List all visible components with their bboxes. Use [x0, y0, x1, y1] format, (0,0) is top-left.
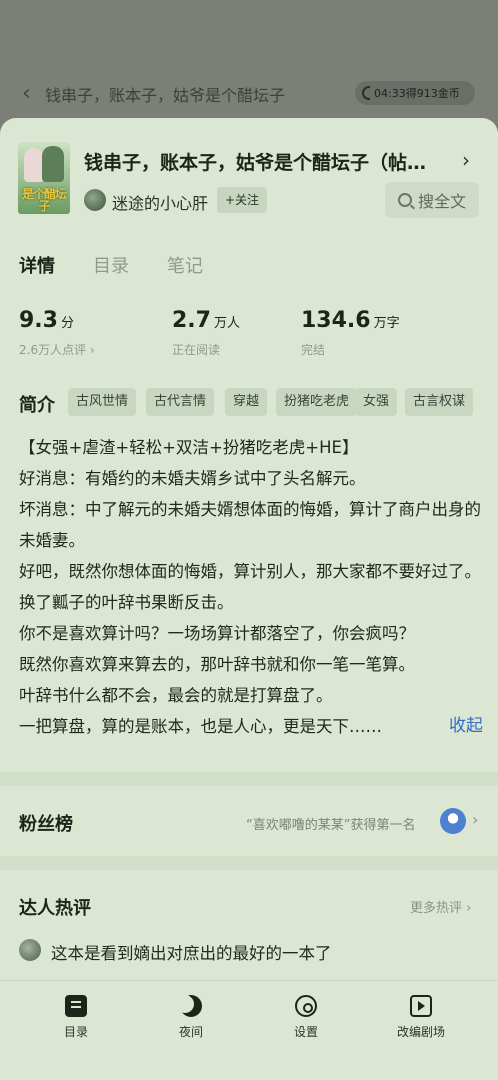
synopsis-line: 坏消息：中了解元的未婚夫婿想体面的悔婚，算计了商户出身的未婚妻。 — [19, 500, 481, 550]
section-divider — [0, 772, 498, 786]
chevron-right-icon: › — [472, 810, 479, 829]
nav-night-label: 夜间 — [178, 1025, 203, 1039]
coin-progress-icon — [362, 86, 370, 100]
nav-night-mode[interactable]: 夜间 — [151, 995, 231, 1040]
synopsis-line: 既然你喜欢算来算去的，那叶辞书就和你一笔一笔算。 — [19, 655, 415, 674]
chevron-right-icon[interactable]: › — [462, 148, 470, 172]
tag-item[interactable]: 扮猪吃老虎 — [276, 388, 358, 416]
nav-catalog-label: 目录 — [63, 1025, 88, 1039]
book-cover[interactable]: 是个醋坛子 — [18, 142, 70, 214]
readers-label: 正在阅读 — [172, 343, 221, 357]
coin-reward-pill[interactable]: 04:33得913金币 — [355, 81, 475, 105]
more-reviews-link[interactable]: 更多热评 › — [410, 897, 471, 916]
synopsis-line: 叶辞书什么都不会，最会的就是打算盘了。 — [19, 686, 333, 705]
fan-ranking-row[interactable]: 粉丝榜 “喜欢嘟噜的某某”获得第一名 › — [0, 786, 498, 856]
synopsis: 【女强+虐渣+轻松+双洁+扮猪吃老虎+HE】 好消息：有婚约的未婚夫婿乡试中了头… — [19, 432, 483, 742]
score-unit: 分 — [60, 316, 74, 331]
author-avatar[interactable] — [84, 189, 106, 211]
tag-item[interactable]: 古言权谋 — [405, 388, 474, 416]
synopsis-line: 你不是喜欢算计吗？一场场算计都落空了，你会疯吗？ — [19, 624, 415, 643]
stat-readers: 2.7 万人 正在阅读 — [172, 308, 240, 358]
fan-ranking-label: 粉丝榜 — [19, 814, 73, 835]
score-value: 9.3 — [19, 308, 58, 333]
top-fan-avatar — [440, 808, 466, 834]
coin-status-text: 04:33得913金币 — [374, 87, 460, 100]
tab-catalog[interactable]: 目录 — [93, 252, 129, 278]
tab-details[interactable]: 详情 — [19, 252, 55, 278]
words-value: 134.6 — [301, 308, 371, 333]
fan-ranking-text: “喜欢嘟噜的某某”获得第一名 — [246, 818, 416, 833]
readers-unit: 万人 — [213, 316, 240, 331]
synopsis-line: 一把算盘，算的是账本，也是人心，更是天下…… 收起 — [19, 711, 483, 742]
tab-notes[interactable]: 笔记 — [167, 252, 203, 278]
section-divider — [0, 856, 498, 870]
author-name[interactable]: 迷途的小心肝 — [112, 190, 208, 214]
words-unit: 万字 — [373, 316, 400, 331]
review-text[interactable]: 这本是看到嫡出对庶出的最好的一本了 — [51, 940, 332, 964]
theater-icon — [410, 995, 432, 1017]
synopsis-line: 【女强+虐渣+轻松+双洁+扮猪吃老虎+HE】 — [19, 438, 359, 457]
stat-score[interactable]: 9.3 分 2.6万人点评 › — [19, 308, 95, 358]
full-text-search-button[interactable]: 搜全文 — [385, 182, 479, 218]
nav-settings[interactable]: 设置 — [266, 995, 346, 1040]
back-chevron-icon[interactable]: ‹ — [22, 80, 42, 108]
intro-header: 简介 古风世情 古代言情 穿越 扮猪吃老虎 女强 古言权谋 — [0, 388, 498, 418]
synopsis-line: 换了瓤子的叶辞书果断反击。 — [19, 593, 234, 612]
synopsis-line: 好吧，既然你想体面的悔婚，算计别人，那大家都不要好过了。 — [19, 562, 481, 581]
search-label: 搜全文 — [417, 192, 466, 211]
hot-reviews-section: 达人热评 更多热评 › 这本是看到嫡出对庶出的最好的一本了 — [0, 870, 498, 980]
book-stats: 9.3 分 2.6万人点评 › 2.7 万人 正在阅读 134.6 万字 完结 — [0, 308, 498, 368]
search-icon — [397, 193, 412, 207]
follow-button[interactable]: +关注 — [217, 187, 268, 213]
nav-settings-label: 设置 — [293, 1025, 318, 1039]
reviewer-avatar[interactable] — [19, 939, 41, 961]
book-title[interactable]: 钱串子，账本子，姑爷是个醋坛子（帖… — [84, 148, 464, 175]
tag-item[interactable]: 女强 — [355, 388, 398, 416]
collapse-button[interactable]: 收起 — [443, 711, 483, 742]
tag-item[interactable]: 古代言情 — [146, 388, 215, 416]
score-reviews-count[interactable]: 2.6万人点评 › — [19, 341, 95, 358]
tag-item[interactable]: 古风世情 — [68, 388, 137, 416]
detail-tabs: 详情 目录 笔记 — [0, 252, 498, 282]
synopsis-line: 好消息：有婚约的未婚夫婿乡试中了头名解元。 — [19, 469, 366, 488]
book-header[interactable]: 是个醋坛子 钱串子，账本子，姑爷是个醋坛子（帖… › 迷途的小心肝 +关注 搜全… — [0, 118, 498, 236]
reader-chapter-title: 钱串子，账本子，姑爷是个醋坛子 — [45, 86, 286, 105]
hot-reviews-label: 达人热评 — [19, 898, 91, 919]
stat-words: 134.6 万字 完结 — [301, 308, 400, 358]
bottom-nav: 目录 夜间 设置 改编剧场 — [0, 980, 498, 1080]
completion-status: 完结 — [301, 343, 326, 357]
cover-title-art: 是个醋坛子 — [21, 187, 67, 213]
settings-icon — [295, 995, 317, 1017]
book-detail-sheet: 是个醋坛子 钱串子，账本子，姑爷是个醋坛子（帖… › 迷途的小心肝 +关注 搜全… — [0, 118, 498, 1080]
nav-theater-label: 改编剧场 — [396, 1025, 445, 1039]
readers-value: 2.7 — [172, 308, 211, 333]
reader-top-bar: ‹ 钱串子，账本子，姑爷是个醋坛子 04:33得913金币 — [0, 72, 498, 116]
intro-label: 简介 — [19, 395, 55, 416]
tag-item[interactable]: 穿越 — [225, 388, 268, 416]
nav-theater[interactable]: 改编剧场 — [381, 995, 461, 1040]
catalog-icon — [65, 995, 87, 1017]
nav-catalog[interactable]: 目录 — [36, 995, 116, 1040]
night-mode-icon — [180, 995, 202, 1017]
